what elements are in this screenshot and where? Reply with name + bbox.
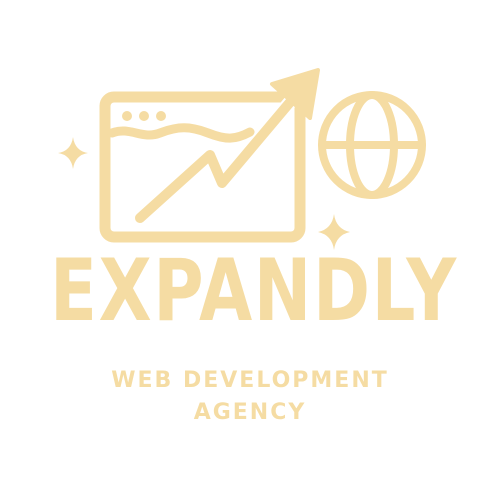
brand-name: EXPANDLY — [50, 241, 458, 341]
tagline-line-1: WEB DEVELOPMENT — [111, 368, 389, 393]
browser-dots-icon — [122, 111, 166, 121]
growth-arrow-icon — [133, 81, 309, 225]
sparkle-left-icon — [58, 137, 88, 169]
tagline-line-2: AGENCY — [193, 400, 307, 425]
globe-icon — [318, 91, 426, 199]
logo-canvas: EXPANDLY WEB DEVELOPMENT AGENCY — [0, 0, 500, 500]
